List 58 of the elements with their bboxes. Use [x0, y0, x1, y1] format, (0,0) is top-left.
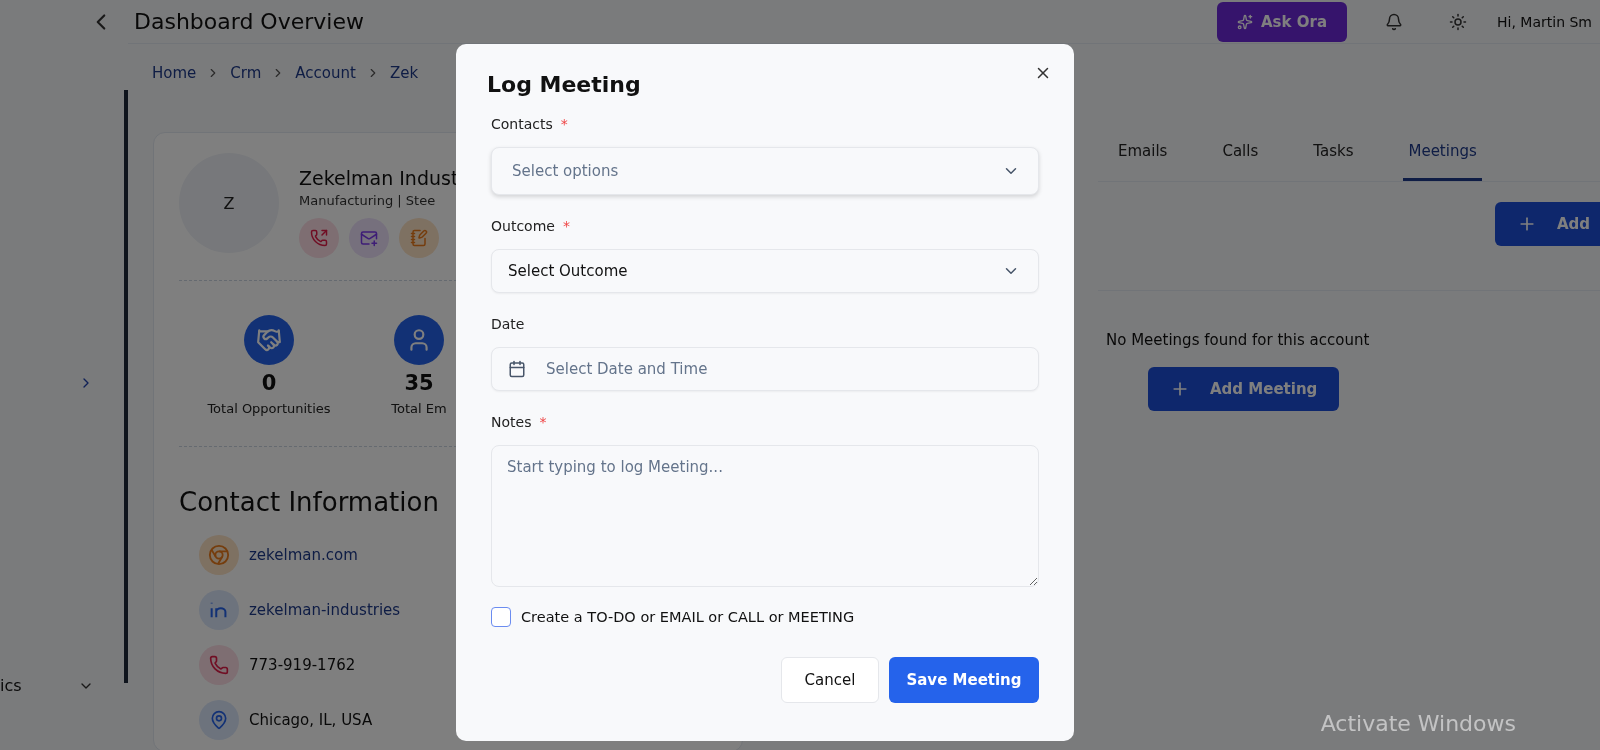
section-title: Contact Information [179, 487, 439, 517]
user-greeting[interactable]: Hi, Martin Sm [1497, 13, 1592, 30]
notebook-pen-icon [410, 229, 428, 247]
tab[interactable]: Meetings [1403, 132, 1482, 181]
handshake-icon [256, 327, 282, 353]
phone-icon [209, 655, 229, 675]
contact-text: Chicago, IL, USA [249, 711, 373, 729]
contact-link[interactable]: zekelman-industries [249, 601, 401, 619]
stat-value: 0 [261, 371, 277, 395]
avatar: Z [179, 153, 279, 253]
contact-link[interactable]: zekelman.com [249, 546, 358, 564]
map-pin-icon [209, 710, 229, 730]
required-mark: * [560, 116, 568, 132]
bell-icon[interactable] [1385, 12, 1404, 31]
email-action[interactable] [349, 218, 389, 258]
save-button[interactable]: Save Meeting [889, 657, 1039, 703]
select-field[interactable]: Select options [491, 147, 1039, 195]
checkbox-label[interactable]: Create a TO-DO or EMAIL or CALL or MEETING [521, 609, 855, 625]
ring-icon [208, 544, 230, 566]
mail-plus-icon [360, 229, 378, 247]
account-name: Zekelman Indust [299, 167, 459, 189]
stat-label: Total Em [391, 401, 447, 416]
activation-notice: Activate Windows [1320, 711, 1516, 736]
tab[interactable]: Emails [1113, 132, 1173, 181]
calendar-icon [508, 360, 526, 378]
field-label: Contacts [491, 116, 553, 132]
select-field[interactable]: Select Outcome [491, 249, 1039, 293]
phone-outgoing-icon [310, 229, 328, 247]
field-label: Outcome [491, 218, 555, 234]
note-action[interactable] [399, 218, 439, 258]
required-mark: * [562, 218, 570, 234]
sun-icon[interactable] [1449, 12, 1468, 31]
required-mark: * [539, 414, 547, 430]
field-label: Date [491, 316, 525, 332]
field-label: Notes [491, 414, 532, 430]
dialog-title: Log Meeting [487, 72, 642, 97]
notes-field[interactable]: Start typing to log Meeting... [491, 445, 1039, 587]
tab[interactable]: Calls [1217, 132, 1264, 181]
checkbox[interactable] [491, 607, 511, 627]
breadcrumb-link[interactable]: Home [152, 64, 197, 82]
stat-value: 35 [404, 371, 434, 395]
tab[interactable]: Tasks [1308, 132, 1359, 181]
stat-label: Total Opportunities [207, 401, 331, 416]
sidebar-item[interactable]: ics [0, 676, 22, 695]
call-action[interactable] [299, 218, 339, 258]
empty-message: No Meetings found for this account [1106, 331, 1370, 349]
add-button[interactable]: Add [1494, 202, 1600, 246]
account-subtitle: Manufacturing | Stee [299, 193, 437, 208]
breadcrumb-link[interactable]: Zek [389, 64, 419, 82]
cancel-button[interactable]: Cancel [781, 657, 879, 703]
add-meeting-button[interactable]: Add Meeting [1148, 367, 1340, 411]
breadcrumb-link[interactable]: Crm [230, 64, 262, 82]
ask-button[interactable]: Ask Ora [1217, 1, 1348, 42]
sparkle-icon [1237, 13, 1253, 30]
breadcrumb-link[interactable]: Account [295, 64, 356, 82]
page-title: Dashboard Overview [134, 9, 364, 34]
contact-text: 773-919-1762 [249, 656, 356, 674]
date-field[interactable]: Select Date and Time [491, 347, 1039, 391]
